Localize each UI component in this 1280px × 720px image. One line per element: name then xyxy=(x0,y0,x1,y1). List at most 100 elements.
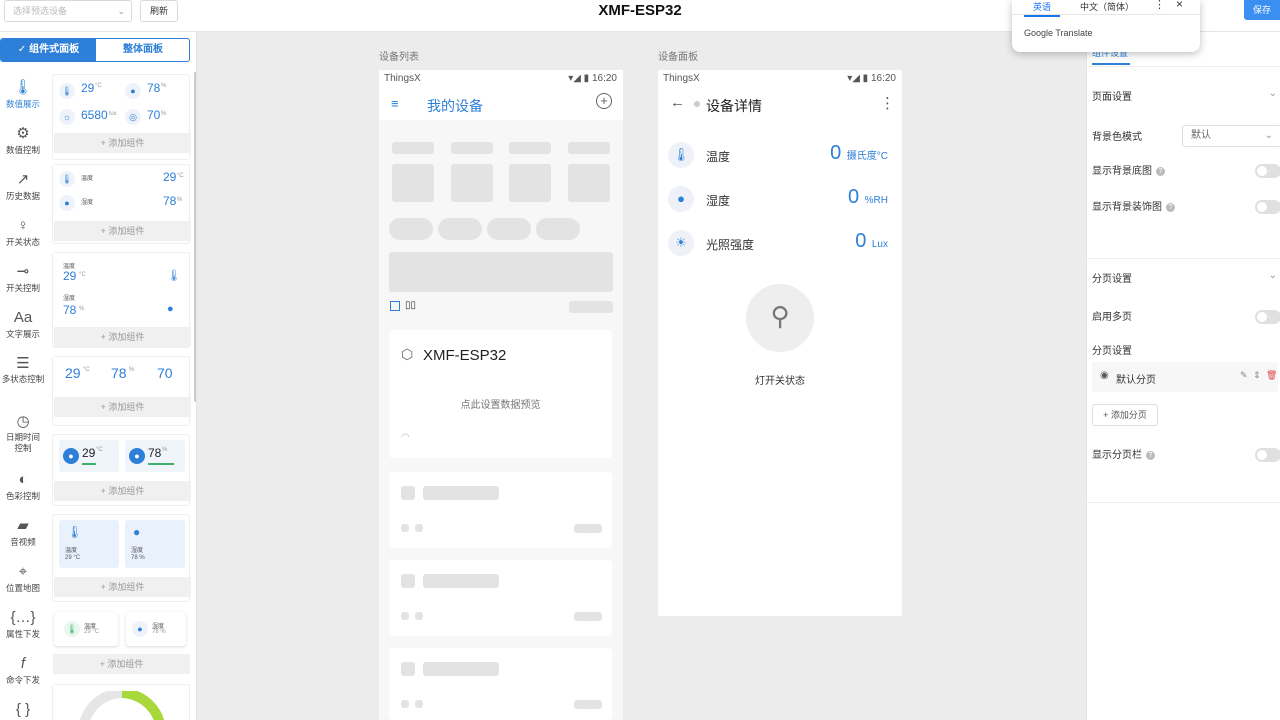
add-page-button[interactable]: + 添加分页 xyxy=(1092,404,1158,426)
reading-unit: Lux xyxy=(871,239,888,250)
status-bar: ThingsX ▾◢ ▮ 16:20 xyxy=(658,70,902,88)
placeholder-block xyxy=(574,700,602,709)
category-text-display[interactable]: Aa 文字展示 xyxy=(0,308,46,340)
back-arrow-icon[interactable]: ← xyxy=(670,94,685,111)
widget-unit: % xyxy=(161,111,167,117)
reading-row-light[interactable]: ☀ 光照强度 0 Lux xyxy=(668,226,898,266)
toggle-icon: ⊸ xyxy=(16,263,30,280)
widget-card[interactable]: 🌡︎ 温度 29 °C ● 湿度 78 % + 添加组件 xyxy=(52,610,190,680)
add-widget-button[interactable]: + 添加组件 xyxy=(54,577,191,597)
grid-view-toggle[interactable]: ▯▯ xyxy=(405,300,416,311)
thermometer-icon: 🌡︎ xyxy=(67,525,83,539)
tab-component-panel[interactable]: ✓ 组件式面板 xyxy=(1,39,96,61)
placeholder-block xyxy=(438,218,482,240)
category-color[interactable]: ◐ 色彩控制 xyxy=(0,470,46,502)
widget-card[interactable]: 🌡︎ 29 °C ● 78% ☼ 6580 lux ◎ 70% + 添加组件 xyxy=(52,74,191,160)
show-bg-deco-row: 显示背景装饰图? xyxy=(1092,198,1280,218)
help-icon[interactable]: ? xyxy=(1166,202,1175,212)
paging-settings-header[interactable]: 分页设置 ⌄ xyxy=(1092,270,1277,290)
add-widget-button[interactable]: + 添加组件 xyxy=(54,221,191,241)
gauge-icon: ◎ xyxy=(125,109,141,125)
device-card-placeholder xyxy=(389,560,612,636)
checkbox-icon[interactable] xyxy=(390,301,400,311)
widget-card[interactable]: 🌡︎ 温度 29 °C ● 湿度 78 % + 添加组件 xyxy=(52,514,191,602)
page-settings-header[interactable]: 页面设置 ⌄ xyxy=(1092,88,1277,108)
reading-row-temperature[interactable]: 🌡︎ 温度 0 摄氏度°C xyxy=(668,138,898,178)
category-map[interactable]: ⌖ 位置地图 xyxy=(0,562,46,594)
reading-unit: %RH xyxy=(864,195,888,206)
setting-label: 启用多页 xyxy=(1092,312,1132,323)
category-value-control[interactable]: ⚙︎ 数值控制 xyxy=(0,124,46,156)
bg-mode-select[interactable]: 默认 ⌄ xyxy=(1182,125,1280,147)
widget-card[interactable]: 29 °C 78% 70 + 添加组件 xyxy=(52,356,191,426)
widget-value: 29 xyxy=(63,269,77,283)
placeholder-block xyxy=(415,524,423,532)
add-widget-button[interactable]: + 添加组件 xyxy=(53,654,190,674)
list-icon: ☰ xyxy=(16,355,30,372)
add-widget-button[interactable]: + 添加组件 xyxy=(54,397,191,417)
device-hint[interactable]: 点此设置数据预览 xyxy=(389,396,612,411)
lamp-switch-label: 灯开关状态 xyxy=(755,376,805,387)
page-item[interactable]: ◉ 默认分页 ✎ ⇕ 🗑︎ xyxy=(1092,362,1278,392)
chevron-down-icon: ⌄ xyxy=(1268,88,1277,99)
more-options-icon[interactable]: ⋮ xyxy=(1154,0,1165,11)
chevron-down-icon: ⌄ xyxy=(1264,130,1273,141)
category-value-display[interactable]: 🌡︎ 数值展示 xyxy=(0,78,46,110)
cube-icon: ⬡ xyxy=(401,346,414,362)
widget-card[interactable]: 🌡︎ 温度 29 °C ● 湿度 78% + 添加组件 xyxy=(52,164,191,244)
category-datetime[interactable]: ◷ 日期时间控制 xyxy=(0,412,46,454)
category-switch-state[interactable]: ♀ 开关状态 xyxy=(0,216,46,248)
more-icon[interactable]: ⋮ xyxy=(880,94,895,112)
category-more[interactable]: { } xyxy=(0,700,46,720)
menu-icon[interactable]: ≡ xyxy=(391,96,399,111)
edit-icon[interactable]: ✎ xyxy=(1240,370,1248,381)
eye-icon[interactable]: ◉ xyxy=(1100,370,1109,381)
add-widget-button[interactable]: + 添加组件 xyxy=(54,133,191,153)
add-icon[interactable]: + xyxy=(596,93,612,109)
show-bg-image-toggle[interactable] xyxy=(1255,164,1280,178)
drag-handle-icon[interactable]: ⇕ xyxy=(1253,370,1261,381)
widget-card[interactable]: 温度 29 °C 🌡︎ 湿度 78% ● + 添加组件 xyxy=(52,252,191,348)
widget-value: 78 xyxy=(111,365,127,381)
add-widget-button[interactable]: + 添加组件 xyxy=(54,327,191,347)
delete-icon[interactable]: 🗑︎ xyxy=(1266,370,1277,381)
show-pagebar-toggle[interactable] xyxy=(1255,448,1280,462)
widget-unit: % xyxy=(162,447,168,453)
category-multi-state[interactable]: ☰ 多状态控制 xyxy=(0,354,46,385)
ring-gauge xyxy=(80,691,164,720)
help-icon[interactable]: ? xyxy=(1146,450,1155,460)
save-button[interactable]: 保存 xyxy=(1244,0,1280,20)
placeholder-block xyxy=(401,486,415,500)
placeholder-block xyxy=(401,662,415,676)
add-widget-button[interactable]: + 添加组件 xyxy=(54,481,191,501)
placeholder-block xyxy=(401,574,415,588)
close-icon[interactable]: × xyxy=(1176,0,1183,11)
category-history[interactable]: ↗ 历史数据 xyxy=(0,170,46,202)
category-switch-control[interactable]: ⊸ 开关控制 xyxy=(0,262,46,294)
reading-label: 湿度 xyxy=(706,194,731,208)
enable-multipage-toggle[interactable] xyxy=(1255,310,1280,324)
placeholder-block xyxy=(509,164,551,202)
widget-unit: % xyxy=(177,197,183,203)
widget-card[interactable] xyxy=(52,684,190,720)
reading-value: 0 xyxy=(830,142,842,164)
category-media[interactable]: ▰ 音视频 xyxy=(0,516,46,548)
device-name: XMF-ESP32 xyxy=(423,347,507,364)
app-header: ← 设备详情 ⋮ xyxy=(658,88,902,120)
sun-icon: ☀ xyxy=(668,230,694,256)
widget-card[interactable]: ● 29 °C ● 78% + 添加组件 xyxy=(52,434,191,506)
reading-row-humidity[interactable]: ● 湿度 0 %RH xyxy=(668,182,898,222)
widget-value: 78 % xyxy=(131,555,145,561)
device-card[interactable]: ⬡ XMF-ESP32 点此设置数据预览 ◠ xyxy=(389,330,612,458)
show-bg-deco-toggle[interactable] xyxy=(1255,200,1280,214)
tab-whole-panel[interactable]: 整体面板 xyxy=(96,39,189,61)
category-property[interactable]: {…} 属性下发 xyxy=(0,608,46,640)
scrollbar[interactable] xyxy=(194,72,196,402)
lamp-switch-button[interactable]: ⚲ xyxy=(746,284,814,352)
category-label: 色彩控制 xyxy=(5,491,40,501)
category-command[interactable]: f 命令下发 xyxy=(0,654,46,686)
widget-value: 29 °C xyxy=(65,555,81,561)
help-icon[interactable]: ? xyxy=(1156,166,1165,176)
translate-tab-chinese[interactable]: 中文（简体） xyxy=(1080,0,1134,13)
device-card-placeholder xyxy=(389,472,612,548)
